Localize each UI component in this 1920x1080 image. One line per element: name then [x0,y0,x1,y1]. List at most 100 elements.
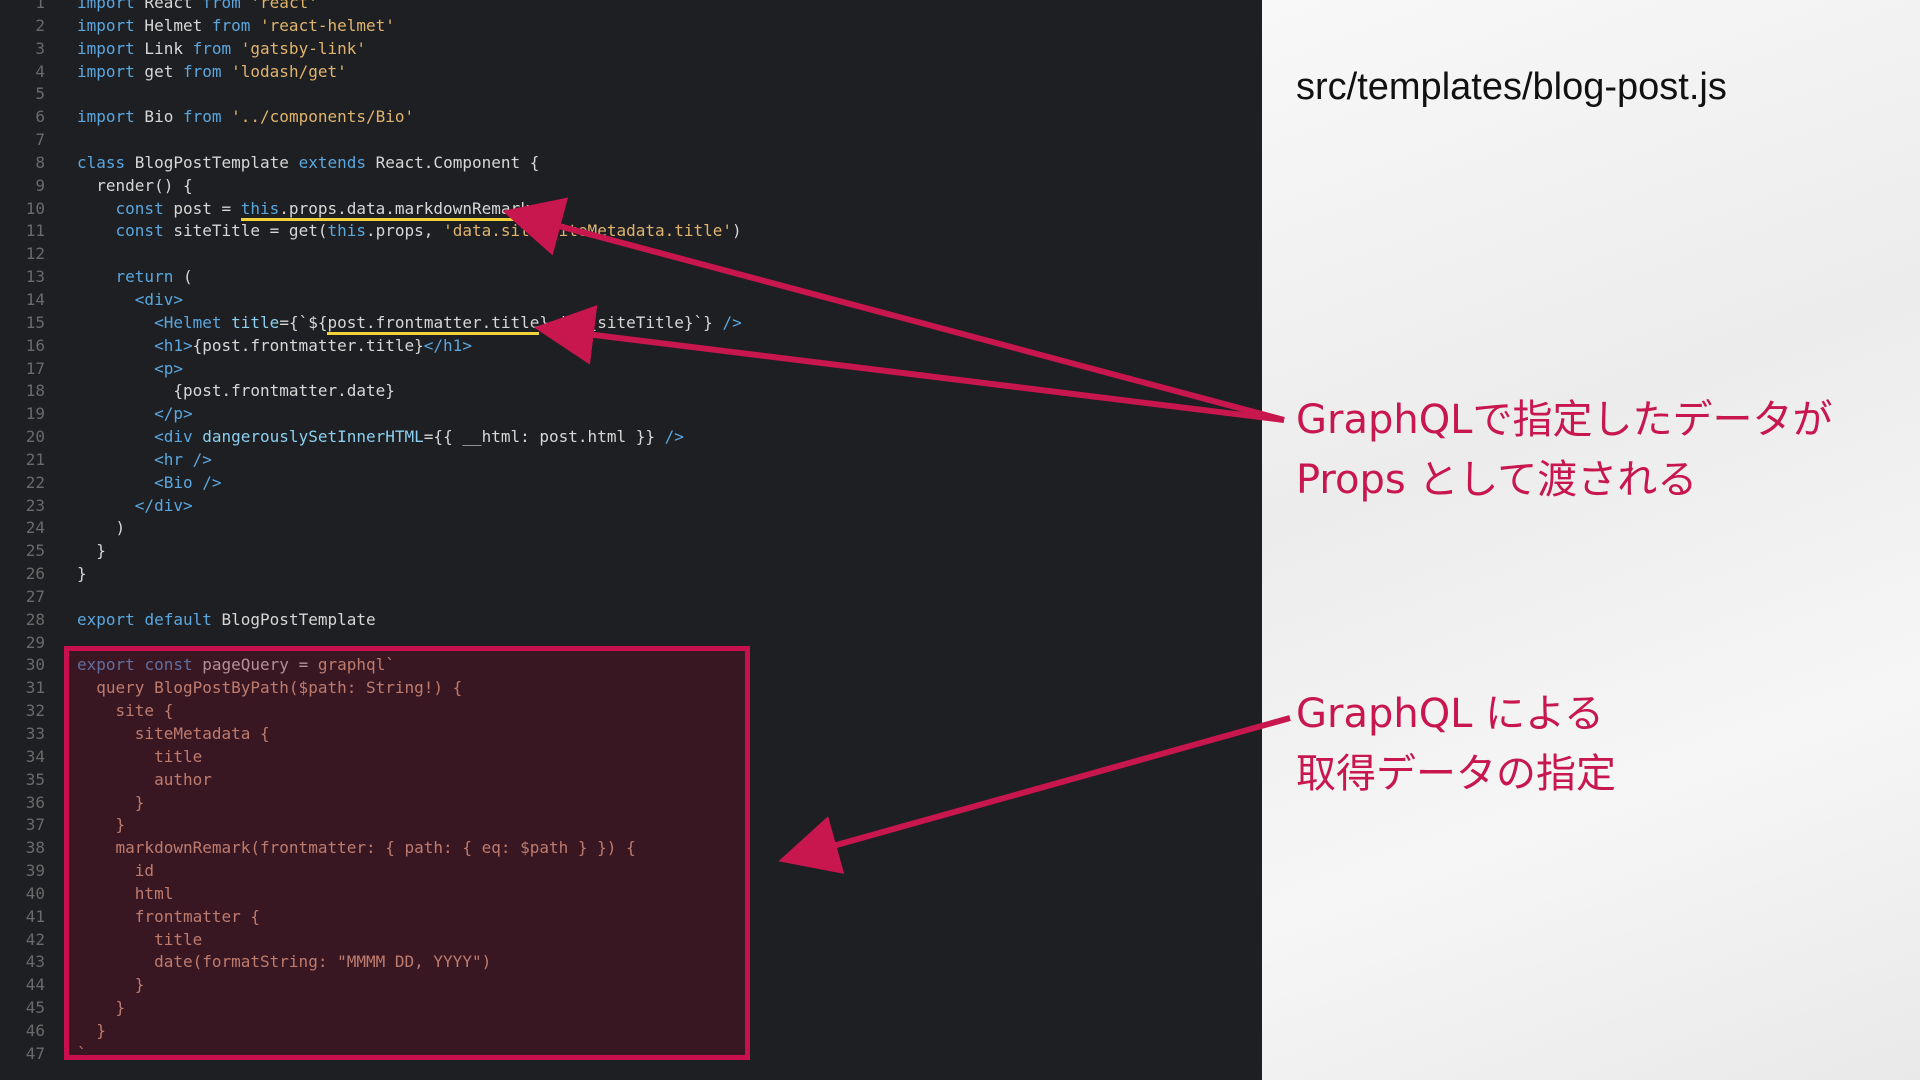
line-number: 32 [25,701,45,721]
line-number: 31 [25,678,45,698]
code-line: 16 <h1>{post.frontmatter.title}</h1> [0,335,742,358]
code-text: </div> [134,495,193,515]
line-number: 22 [25,472,45,492]
code-line: 18 {post.frontmatter.date} [0,380,742,403]
line-number: 34 [25,746,45,766]
code-line: 22 <Bio /> [0,472,742,495]
code-text: import Bio from '../components/Bio' [77,107,415,127]
line-number: 14 [25,289,45,309]
code-line: 1 import React from 'react' [0,0,742,15]
code-text: <hr /> [154,449,212,469]
query-annotation-line-1: GraphQL による [1296,691,1604,737]
code-editor: 1 import React from 'react' 2 import Helmet… [0,0,1262,1080]
code-text: <h1>{post.frontmatter.title}</h1> [154,335,472,355]
code-line: 9 render() { [0,175,742,198]
code-text: <Helmet title={`${post.frontmatter.title… [77,312,742,335]
code-text: ) [77,518,126,538]
code-line: 4 import get from 'lodash/get' [0,61,742,84]
line-number: 12 [25,244,45,264]
code-line: 14 <div> [0,289,742,312]
code-line: 26} [0,563,742,586]
code-text: const post = this.props.data.markdownRem… [77,198,530,221]
line-number: 40 [25,883,45,903]
line-number: 46 [25,1020,45,1040]
line-number: 39 [25,861,45,881]
code-line: 13 return ( [0,266,742,289]
line-number: 36 [25,792,45,812]
line-number: 42 [25,929,45,949]
code-text: export default BlogPostTemplate [77,609,376,629]
code-line: 5 [0,83,742,106]
props-annotation: GraphQLで指定したデータが Props として渡される [1296,390,1832,510]
line-number: 8 [35,152,45,172]
line-number: 43 [25,952,45,972]
line-number: 44 [25,975,45,995]
code-line: 8 class BlogPostTemplate extends React.Co… [0,152,742,175]
line-number: 5 [35,84,45,104]
code-text: import Link from 'gatsby-link' [77,38,366,58]
code-line: 17 <p> [0,358,742,381]
line-number: 47 [25,1043,45,1063]
code-text: import React from 'react' [77,0,318,12]
line-number: 13 [25,267,45,287]
code-text: <div> [134,289,183,309]
code-text: class BlogPostTemplate extends React.Com… [77,152,540,172]
code-line: 20 <div dangerouslySetInnerHTML={{ __htm… [0,426,742,449]
code-line: 24 ) [0,517,742,540]
line-number: 26 [25,564,45,584]
graphql-query-highlight-box [64,646,750,1060]
code-line: 10 const post = this.props.data.markdown… [0,198,742,221]
props-annotation-line-1: GraphQLで指定したデータが [1296,397,1833,443]
line-number: 23 [25,495,45,515]
code-text: render() { [77,175,193,195]
line-number: 20 [25,427,45,447]
line-number: 29 [25,632,45,652]
line-number: 17 [25,358,45,378]
line-number: 19 [25,404,45,424]
line-number: 45 [25,998,45,1018]
line-number: 2 [35,15,45,35]
line-number: 4 [35,61,45,81]
code-text: <p> [154,358,183,378]
line-number: 10 [25,198,45,218]
code-text: </p> [154,404,193,424]
code-text: import get from 'lodash/get' [77,61,347,81]
line-number: 1 [35,0,45,12]
code-text: return ( [115,267,193,287]
code-text: const siteTitle = get(this.props, 'data.… [115,221,742,241]
code-line: 7 [0,129,742,152]
code-text: {post.frontmatter.date} [77,381,395,401]
code-text: } [77,564,87,584]
line-number: 37 [25,815,45,835]
line-number: 38 [25,838,45,858]
line-number: 24 [25,518,45,538]
line-number: 3 [35,38,45,58]
file-path-title: src/templates/blog-post.js [1296,66,1727,108]
line-number: 21 [25,449,45,469]
code-line: 19 </p> [0,403,742,426]
line-number: 27 [25,586,45,606]
code-line: 2 import Helmet from 'react-helmet' [0,15,742,38]
line-number: 9 [35,175,45,195]
code-line: 6 import Bio from '../components/Bio' [0,106,742,129]
line-number: 15 [25,312,45,332]
code-line: 15 <Helmet title={`${post.frontmatter.ti… [0,312,742,335]
line-number: 16 [25,335,45,355]
annotation-panel [1262,0,1920,1080]
code-line: 27 [0,586,742,609]
props-annotation-line-2: Props として渡される [1296,457,1698,503]
line-number: 6 [35,107,45,127]
code-line: 12 [0,243,742,266]
code-line: 21 <hr /> [0,449,742,472]
code-text: <div dangerouslySetInnerHTML={{ __html: … [154,427,684,447]
line-number: 7 [35,130,45,150]
code-line: 28 export default BlogPostTemplate [0,609,742,632]
code-line: 25 } [0,540,742,563]
code-text: } [77,541,106,561]
code-line: 23 </div> [0,495,742,518]
query-annotation-line-2: 取得データの指定 [1296,751,1616,797]
line-number: 28 [25,609,45,629]
line-number: 25 [25,541,45,561]
code-text: import Helmet from 'react-helmet' [77,15,395,35]
code-line: 11 const siteTitle = get(this.props, 'da… [0,220,742,243]
